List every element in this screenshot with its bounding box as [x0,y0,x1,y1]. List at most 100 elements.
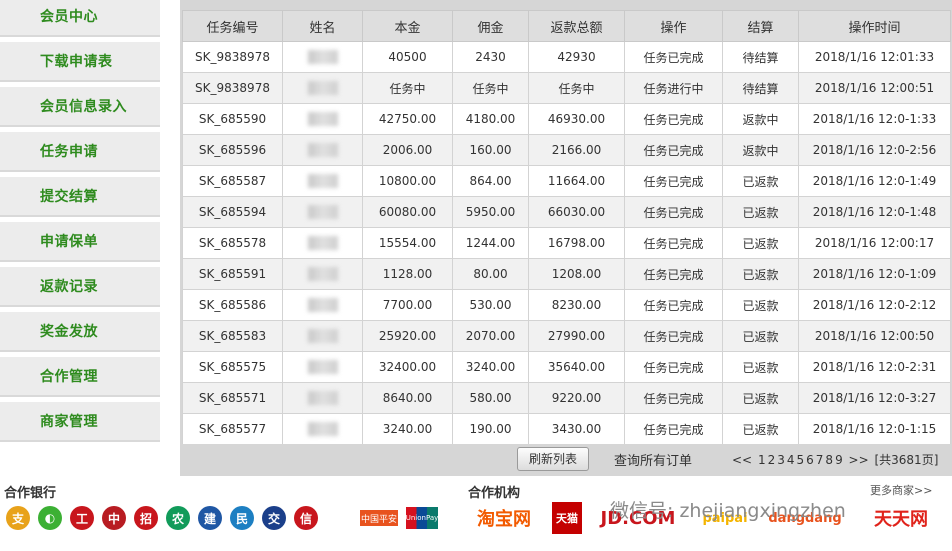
time-cell: 2018/1/16 12:01:33 [798,41,951,73]
col-header-total: 返款总额 [528,10,625,42]
total-cell: 35640.00 [528,351,625,383]
sidebar-item-member-center[interactable]: 会员中心 [0,0,160,37]
banks-title: 合作银行 [4,486,57,501]
table-row[interactable]: SK_685575 32400.00 3240.00 35640.00 任务已完成 已返款… [182,351,951,383]
total-cell: 46930.00 [528,103,625,135]
name-cell [282,196,363,228]
time-cell: 2018/1/16 12:0-3:27 [798,382,951,414]
operation-cell: 任务已完成 [624,351,723,383]
total-cell: 2166.00 [528,134,625,166]
blurred-name [307,81,338,96]
operation-cell: 任务已完成 [624,289,723,321]
table-row[interactable]: SK_685590 42750.00 4180.00 46930.00 任务已完成 返款中… [182,103,951,135]
task-id-cell: SK_685596 [182,134,283,166]
table-body: SK_9838978 40500 2430 42930 任务已完成 待结算 2018/1/1… [182,41,951,476]
sidebar-item-task-apply[interactable]: 任务申请 [0,132,160,172]
commission-cell: 530.00 [452,289,529,321]
query-all-orders-link[interactable]: 查询所有订单 [614,450,692,469]
table-row[interactable]: SK_9838978 任务中 任务中 任务中 任务进行中 待结算 2018/1/16 12:… [182,72,951,104]
page-link[interactable]: 1 [758,453,766,467]
principal-cell: 60080.00 [362,196,453,228]
sidebar-item-refund-records[interactable]: 返款记录 [0,267,160,307]
settlement-cell: 已返款 [722,382,799,414]
operation-cell: 任务已完成 [624,41,723,73]
name-cell [282,103,363,135]
operation-cell: 任务已完成 [624,413,723,445]
total-pages: [共3681页] [874,453,939,467]
time-cell: 2018/1/16 12:0-1:49 [798,165,951,197]
table-row[interactable]: SK_685591 1128.00 80.00 1208.00 任务已完成 已返款 2018… [182,258,951,290]
page-link[interactable]: 3 [777,453,785,467]
sidebar-item-submit-settlement[interactable]: 提交结算 [0,177,160,217]
next-page-link[interactable]: >> [849,453,869,467]
page-link[interactable]: 9 [835,453,843,467]
boc-icon: 中 [102,506,126,530]
settlement-cell: 已返款 [722,165,799,197]
principal-cell: 25920.00 [362,320,453,352]
settlement-cell: 已返款 [722,351,799,383]
cmb-icon: 招 [134,506,158,530]
principal-cell: 10800.00 [362,165,453,197]
total-cell: 16798.00 [528,227,625,259]
principal-cell: 2006.00 [362,134,453,166]
settlement-cell: 已返款 [722,289,799,321]
sidebar-item-label: 申请保单 [40,234,98,250]
col-header-operation: 操作 [624,10,723,42]
sidebar-item-label: 商家管理 [40,414,98,430]
settlement-cell: 返款中 [722,103,799,135]
alipay-icon: 支 [6,506,30,530]
tiantian-icon[interactable]: 天天网 [866,502,936,534]
total-cell: 11664.00 [528,165,625,197]
table-row[interactable]: SK_685577 3240.00 190.00 3430.00 任务已完成 已返款 201… [182,413,951,445]
settlement-cell: 已返款 [722,413,799,445]
operation-cell: 任务已完成 [624,227,723,259]
time-cell: 2018/1/16 12:0-2:56 [798,134,951,166]
operation-cell: 任务已完成 [624,165,723,197]
page-link[interactable]: 5 [797,453,805,467]
taobao-icon[interactable]: 淘宝网 [468,502,540,534]
sidebar-item-label: 任务申请 [40,144,98,160]
more-merchants-link[interactable]: 更多商家>> [870,482,932,498]
task-id-cell: SK_685577 [182,413,283,445]
blurred-name [307,174,338,189]
settlement-cell: 待结算 [722,72,799,104]
page-link[interactable]: 2 [768,453,776,467]
total-cell: 27990.00 [528,320,625,352]
page-link[interactable]: 8 [825,453,833,467]
table-row[interactable]: SK_685583 25920.00 2070.00 27990.00 任务已完成 已返款… [182,320,951,352]
sidebar-item-member-info[interactable]: 会员信息录入 [0,87,160,127]
table-row[interactable]: SK_685571 8640.00 580.00 9220.00 任务已完成 已返款 201… [182,382,951,414]
total-cell: 任务中 [528,72,625,104]
table-row[interactable]: SK_685596 2006.00 160.00 2166.00 任务已完成 返款中 201… [182,134,951,166]
table-row[interactable]: SK_685594 60080.00 5950.00 66030.00 任务已完成 已返款… [182,196,951,228]
commission-cell: 160.00 [452,134,529,166]
prev-page-link[interactable]: << [732,453,752,467]
table-header-row: 任务编号 姓名 本金 佣金 返款总额 操作 结算 操作时间 [182,10,951,42]
page-link[interactable]: 7 [816,453,824,467]
name-cell [282,351,363,383]
main-panel: 任务编号 姓名 本金 佣金 返款总额 操作 结算 操作时间 SK_9838978… [180,0,952,476]
sidebar-item-merchant-mgmt[interactable]: 商家管理 [0,402,160,442]
page-link[interactable]: 4 [787,453,795,467]
table-row[interactable]: SK_685586 7700.00 530.00 8230.00 任务已完成 已返款 201… [182,289,951,321]
task-id-cell: SK_685594 [182,196,283,228]
sidebar-item-bonus[interactable]: 奖金发放 [0,312,160,352]
tmall-icon[interactable]: 天猫 [552,502,582,534]
minsheng-icon: 民 [230,506,254,530]
refresh-list-button[interactable]: 刷新列表 [517,447,589,471]
commission-cell: 2430 [452,41,529,73]
commission-cell: 1244.00 [452,227,529,259]
commission-cell: 2070.00 [452,320,529,352]
total-cell: 8230.00 [528,289,625,321]
table-row[interactable]: SK_685587 10800.00 864.00 11664.00 任务已完成 已返款 2… [182,165,951,197]
table-row[interactable]: SK_9838978 40500 2430 42930 任务已完成 待结算 2018/1/1… [182,41,951,73]
abc-icon: 农 [166,506,190,530]
time-cell: 2018/1/16 12:0-1:33 [798,103,951,135]
pager-bar: 刷新列表 查询所有订单 << 123456789 >> [共3681页] [180,444,952,476]
sidebar-item-partner-mgmt[interactable]: 合作管理 [0,357,160,397]
sidebar-item-apply-policy[interactable]: 申请保单 [0,222,160,262]
sidebar-item-download-form[interactable]: 下载申请表 [0,42,160,82]
operation-cell: 任务已完成 [624,258,723,290]
page-link[interactable]: 6 [806,453,814,467]
table-row[interactable]: SK_685578 15554.00 1244.00 16798.00 任务已完成 已返款… [182,227,951,259]
